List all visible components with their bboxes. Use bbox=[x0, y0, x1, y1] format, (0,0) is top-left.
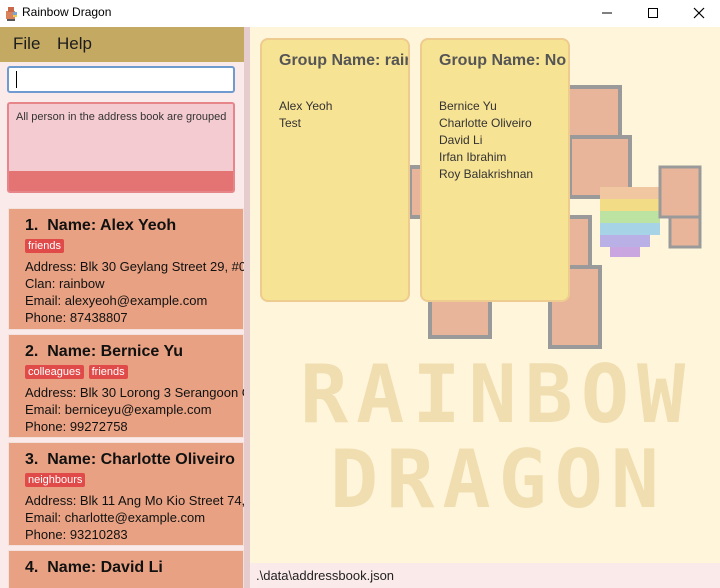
person-phone: Phone: 93210283 bbox=[25, 527, 128, 542]
minimize-button[interactable] bbox=[584, 0, 630, 26]
person-card[interactable]: 1. Name: Alex Yeoh friends Address: Blk … bbox=[8, 208, 244, 330]
person-email: Email: berniceyu@example.com bbox=[25, 402, 212, 417]
menu-help[interactable]: Help bbox=[57, 34, 92, 54]
tag-list: colleagues friends bbox=[25, 365, 128, 379]
group-card[interactable]: Group Name: No Clan Bernice Yu Charlotte… bbox=[420, 38, 570, 302]
maximize-icon bbox=[648, 8, 658, 18]
close-button[interactable] bbox=[676, 0, 720, 26]
group-member: Test bbox=[279, 116, 302, 130]
close-icon bbox=[693, 7, 705, 19]
minimize-icon bbox=[602, 12, 612, 14]
person-card[interactable]: 3. Name: Charlotte Oliveiro neighbours A… bbox=[8, 442, 244, 546]
menu-bar: File Help bbox=[0, 27, 244, 62]
person-card[interactable]: 2. Name: Bernice Yu colleagues friends A… bbox=[8, 334, 244, 438]
maximize-button[interactable] bbox=[630, 0, 676, 26]
tag-list: neighbours bbox=[25, 473, 86, 487]
person-list: 1. Name: Alex Yeoh friends Address: Blk … bbox=[8, 208, 244, 588]
command-input[interactable] bbox=[7, 66, 235, 93]
person-name: 2. Name: Bernice Yu bbox=[25, 343, 183, 360]
result-scrollbar[interactable] bbox=[9, 171, 233, 191]
logo-text-dragon: DRAGON bbox=[330, 433, 667, 526]
group-title: Group Name: rainbow bbox=[279, 52, 408, 69]
window-title: Rainbow Dragon bbox=[22, 5, 112, 19]
tag: friends bbox=[25, 239, 65, 253]
group-panel: RAINBOW DRAGON Group Name: rainbow Alex … bbox=[250, 27, 720, 563]
person-address: Address: Blk 11 Ang Mo Kio Street 74, #1… bbox=[25, 493, 244, 508]
result-display: All person in the address book are group… bbox=[7, 102, 235, 193]
group-member: Alex Yeoh bbox=[279, 99, 333, 113]
group-member: Irfan Ibrahim bbox=[439, 150, 507, 164]
result-message: All person in the address book are group… bbox=[16, 111, 227, 123]
person-address: Address: Blk 30 Lorong 3 Serangoon Garde… bbox=[25, 385, 244, 400]
tag: friends bbox=[88, 365, 128, 379]
person-email: Email: charlotte@example.com bbox=[25, 510, 206, 525]
person-address: Address: Blk 30 Geylang Street 29, #06-4… bbox=[25, 259, 244, 274]
person-name: 4. Name: David Li bbox=[25, 559, 163, 576]
title-bar: Rainbow Dragon bbox=[0, 0, 720, 27]
person-card[interactable]: 4. Name: David Li bbox=[8, 550, 244, 588]
tag-list: friends bbox=[25, 239, 65, 253]
person-phone: Phone: 87438807 bbox=[25, 310, 128, 325]
dragon-app-icon bbox=[6, 7, 17, 21]
group-member: David Li bbox=[439, 133, 483, 147]
tag: colleagues bbox=[25, 365, 84, 379]
person-phone: Phone: 99272758 bbox=[25, 419, 128, 434]
person-name: 1. Name: Alex Yeoh bbox=[25, 217, 177, 234]
left-panel: File Help All person in the address book… bbox=[0, 27, 247, 588]
person-email: Email: alexyeoh@example.com bbox=[25, 293, 208, 308]
group-title: Group Name: No Clan bbox=[439, 52, 568, 69]
person-name: 3. Name: Charlotte Oliveiro bbox=[25, 451, 235, 468]
text-caret bbox=[16, 71, 17, 88]
group-member: Bernice Yu bbox=[439, 99, 497, 113]
menu-file[interactable]: File bbox=[13, 34, 40, 54]
person-clan: Clan: rainbow bbox=[25, 276, 105, 291]
group-member: Roy Balakrishnan bbox=[439, 167, 534, 181]
tag: neighbours bbox=[25, 473, 86, 487]
group-card[interactable]: Group Name: rainbow Alex Yeoh Test bbox=[260, 38, 410, 302]
logo-text-rainbow: RAINBOW bbox=[300, 348, 693, 441]
save-location: .\data\addressbook.json bbox=[256, 568, 395, 583]
status-bar: .\data\addressbook.json bbox=[250, 563, 720, 588]
group-member: Charlotte Oliveiro bbox=[439, 116, 532, 130]
